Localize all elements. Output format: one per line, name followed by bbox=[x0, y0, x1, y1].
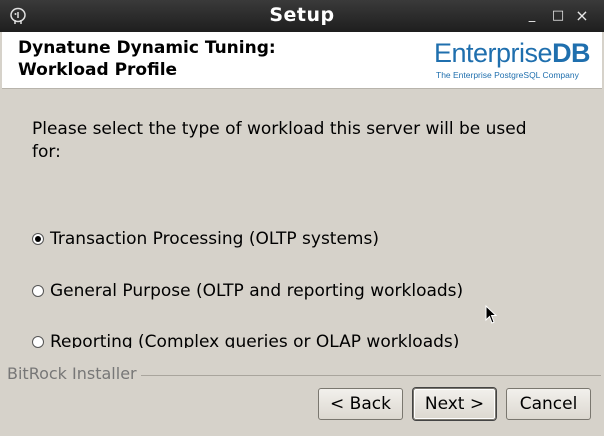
page-title: Dynatune Dynamic Tuning: Workload Profil… bbox=[18, 38, 276, 80]
installer-label: BitRock Installer bbox=[7, 364, 141, 383]
maximize-icon[interactable]: □ bbox=[548, 6, 568, 26]
page-header: Dynatune Dynamic Tuning: Workload Profil… bbox=[2, 32, 602, 89]
minimize-icon[interactable]: _ bbox=[522, 6, 542, 26]
enterprisedb-logo: EnterpriseDB The Enterprise PostgreSQL C… bbox=[434, 38, 594, 84]
radio-unselected-icon[interactable] bbox=[32, 285, 44, 297]
option-general-purpose[interactable]: General Purpose (OLTP and reporting work… bbox=[32, 279, 463, 303]
option-reporting[interactable]: Reporting (Complex queries or OLAP workl… bbox=[32, 330, 459, 348]
window-title: Setup bbox=[269, 4, 335, 26]
mouse-cursor-icon bbox=[485, 305, 497, 324]
radio-unselected-icon[interactable] bbox=[32, 336, 44, 348]
next-button[interactable]: Next > bbox=[413, 388, 496, 420]
cancel-button[interactable]: Cancel bbox=[506, 388, 591, 420]
logo-word-bold: DB bbox=[552, 38, 591, 68]
option-label: General Purpose (OLTP and reporting work… bbox=[50, 281, 464, 301]
logo-tagline: The Enterprise PostgreSQL Company bbox=[436, 70, 579, 80]
options-panel: Transaction Processing (OLTP systems) Ge… bbox=[0, 89, 604, 348]
option-label: Reporting (Complex queries or OLAP workl… bbox=[50, 332, 460, 348]
radio-selected-icon[interactable] bbox=[32, 233, 44, 245]
title-bar: Setup _ □ × bbox=[0, 0, 604, 32]
logo-word-main: Enterprise bbox=[434, 38, 553, 68]
option-oltp[interactable]: Transaction Processing (OLTP systems) bbox=[32, 227, 379, 251]
back-button[interactable]: < Back bbox=[318, 388, 403, 420]
close-icon[interactable]: × bbox=[572, 6, 592, 26]
option-label: Transaction Processing (OLTP systems) bbox=[50, 229, 379, 249]
